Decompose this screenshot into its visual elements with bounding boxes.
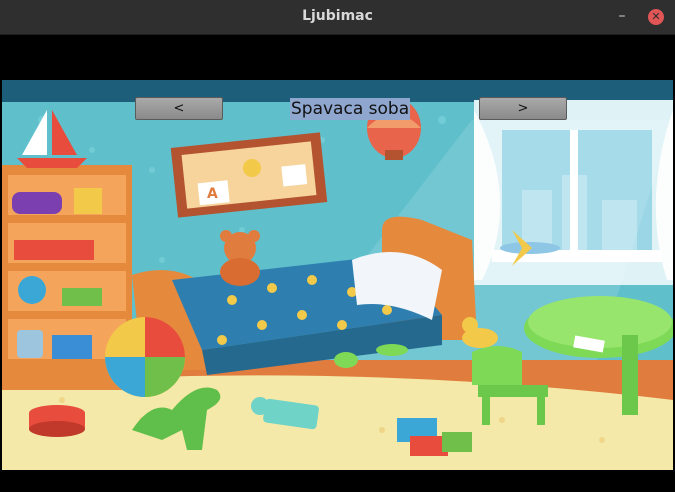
- minimize-button[interactable]: –: [614, 8, 630, 24]
- bedroom-illustration: A: [2, 80, 673, 470]
- app-window: Ljubimac – ✕ A < > Spavaca soba: [0, 0, 675, 492]
- title-bar: Ljubimac – ✕: [0, 0, 675, 35]
- room-name-label: Spavaca soba: [290, 98, 411, 120]
- picture-letter: A: [207, 186, 218, 202]
- top-black-area: [2, 35, 673, 80]
- slipper: [376, 344, 408, 356]
- bedroom-scene: A: [2, 80, 673, 470]
- beach-ball: [105, 317, 185, 397]
- close-button[interactable]: ✕: [648, 9, 664, 25]
- bottom-black-area: [0, 470, 675, 492]
- slipper: [334, 352, 358, 368]
- window-title: Ljubimac: [302, 8, 373, 24]
- previous-room-button[interactable]: <: [135, 97, 223, 120]
- toy-drum: [29, 405, 85, 437]
- next-room-button[interactable]: >: [479, 97, 567, 120]
